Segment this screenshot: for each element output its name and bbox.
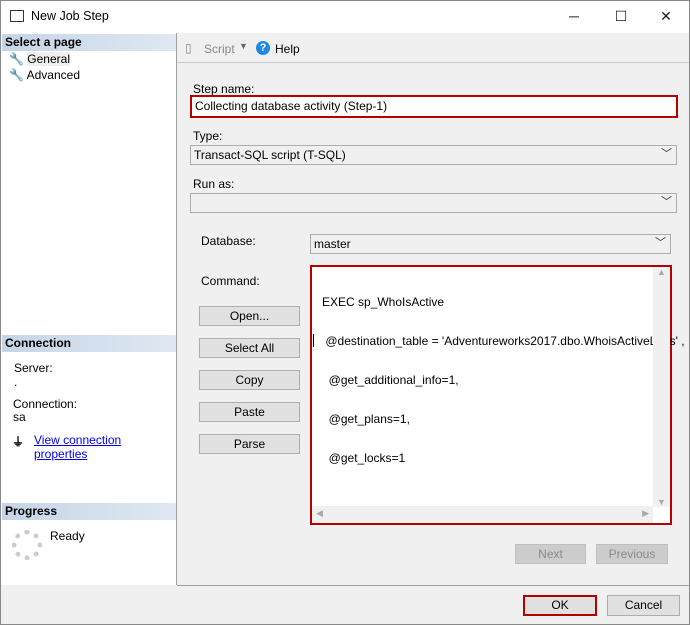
minimize-button[interactable]: ─ [551, 1, 597, 31]
parse-button[interactable]: Parse [199, 434, 300, 454]
type-label: Type: [193, 129, 223, 143]
progress-spinner-icon [12, 530, 42, 560]
vertical-scrollbar[interactable]: ▲ ▼ [653, 267, 670, 507]
command-line: @get_locks=1 [322, 451, 406, 465]
script-button[interactable]: Script [204, 42, 235, 56]
select-all-button[interactable]: Select All [199, 338, 300, 358]
toolbar: ▯ Script ▼ ? Help [177, 33, 689, 63]
window-icon [10, 10, 24, 22]
help-button[interactable]: Help [275, 42, 300, 56]
step-name-input[interactable]: Collecting database activity (Step-1) [190, 95, 678, 118]
command-textarea[interactable]: EXEC sp_WhoIsActive @destination_table =… [310, 265, 685, 525]
run-as-label: Run as: [193, 177, 235, 191]
paste-button[interactable]: Paste [199, 402, 300, 422]
command-text: EXEC sp_WhoIsActive @destination_table =… [322, 270, 685, 491]
view-connection-properties-link[interactable]: View connection properties [34, 433, 176, 461]
ok-button[interactable]: OK [523, 595, 597, 616]
scroll-left-icon[interactable]: ◀ [316, 508, 323, 519]
command-line: @destination_table = 'Adventureworks2017… [322, 334, 685, 348]
type-value: Transact-SQL script (T-SQL) [194, 148, 346, 162]
sidebar-item-advanced[interactable]: 🔧 Advanced [9, 68, 80, 82]
progress-status: Ready [50, 529, 85, 543]
help-icon: ? [256, 41, 270, 55]
progress-header: Progress [2, 503, 176, 520]
scroll-up-icon[interactable]: ▲ [653, 267, 670, 277]
sidebar-item-label: Advanced [26, 68, 80, 82]
database-value: master [314, 237, 351, 251]
database-select[interactable]: master ﹀ [310, 234, 671, 254]
database-label: Database: [201, 234, 256, 248]
run-as-select[interactable]: ﹀ [190, 193, 677, 213]
footer-divider [177, 585, 690, 586]
sidebar: Select a page 🔧 General 🔧 Advanced Conne… [1, 33, 177, 585]
connection-label: Connection: [13, 397, 78, 411]
chevron-down-icon: ﹀ [661, 148, 672, 160]
chevron-down-icon: ﹀ [661, 196, 672, 208]
sidebar-item-general[interactable]: 🔧 General [9, 52, 70, 66]
scroll-down-icon[interactable]: ▼ [653, 497, 670, 507]
text-cursor [313, 334, 314, 347]
title-bar: New Job Step ─ ☐ ✕ [1, 1, 689, 33]
open-button[interactable]: Open... [199, 306, 300, 326]
chevron-down-icon: ﹀ [655, 237, 666, 249]
maximize-button[interactable]: ☐ [598, 1, 644, 31]
wrench-icon: 🔧 [9, 52, 24, 66]
close-button[interactable]: ✕ [643, 1, 689, 31]
previous-button[interactable]: Previous [596, 544, 668, 564]
command-line: @get_plans=1, [322, 412, 410, 426]
command-label: Command: [201, 274, 260, 288]
plug-icon: ⏚ [12, 435, 25, 449]
scroll-right-icon[interactable]: ▶ [642, 508, 649, 519]
copy-button[interactable]: Copy [199, 370, 300, 390]
chevron-down-icon[interactable]: ▼ [239, 41, 248, 51]
sidebar-item-label: General [27, 52, 70, 66]
window-title: New Job Step [31, 9, 109, 23]
server-value: . [14, 375, 18, 389]
command-line: @get_additional_info=1, [322, 373, 459, 387]
step-name-label: Step name: [193, 82, 255, 96]
script-icon: ▯ [185, 41, 192, 55]
server-label: Server: [14, 361, 53, 375]
connection-value: sa [13, 410, 26, 424]
connection-header: Connection [2, 335, 176, 352]
horizontal-scrollbar[interactable]: ◀ ▶ [312, 506, 653, 523]
command-line: EXEC sp_WhoIsActive [322, 295, 445, 309]
cancel-button[interactable]: Cancel [607, 595, 680, 616]
dialog-window: New Job Step ─ ☐ ✕ Select a page 🔧 Gener… [0, 0, 690, 625]
wrench-icon: 🔧 [9, 68, 24, 82]
next-button[interactable]: Next [515, 544, 586, 564]
select-page-header: Select a page [2, 34, 176, 51]
type-select[interactable]: Transact-SQL script (T-SQL) ﹀ [190, 145, 677, 165]
